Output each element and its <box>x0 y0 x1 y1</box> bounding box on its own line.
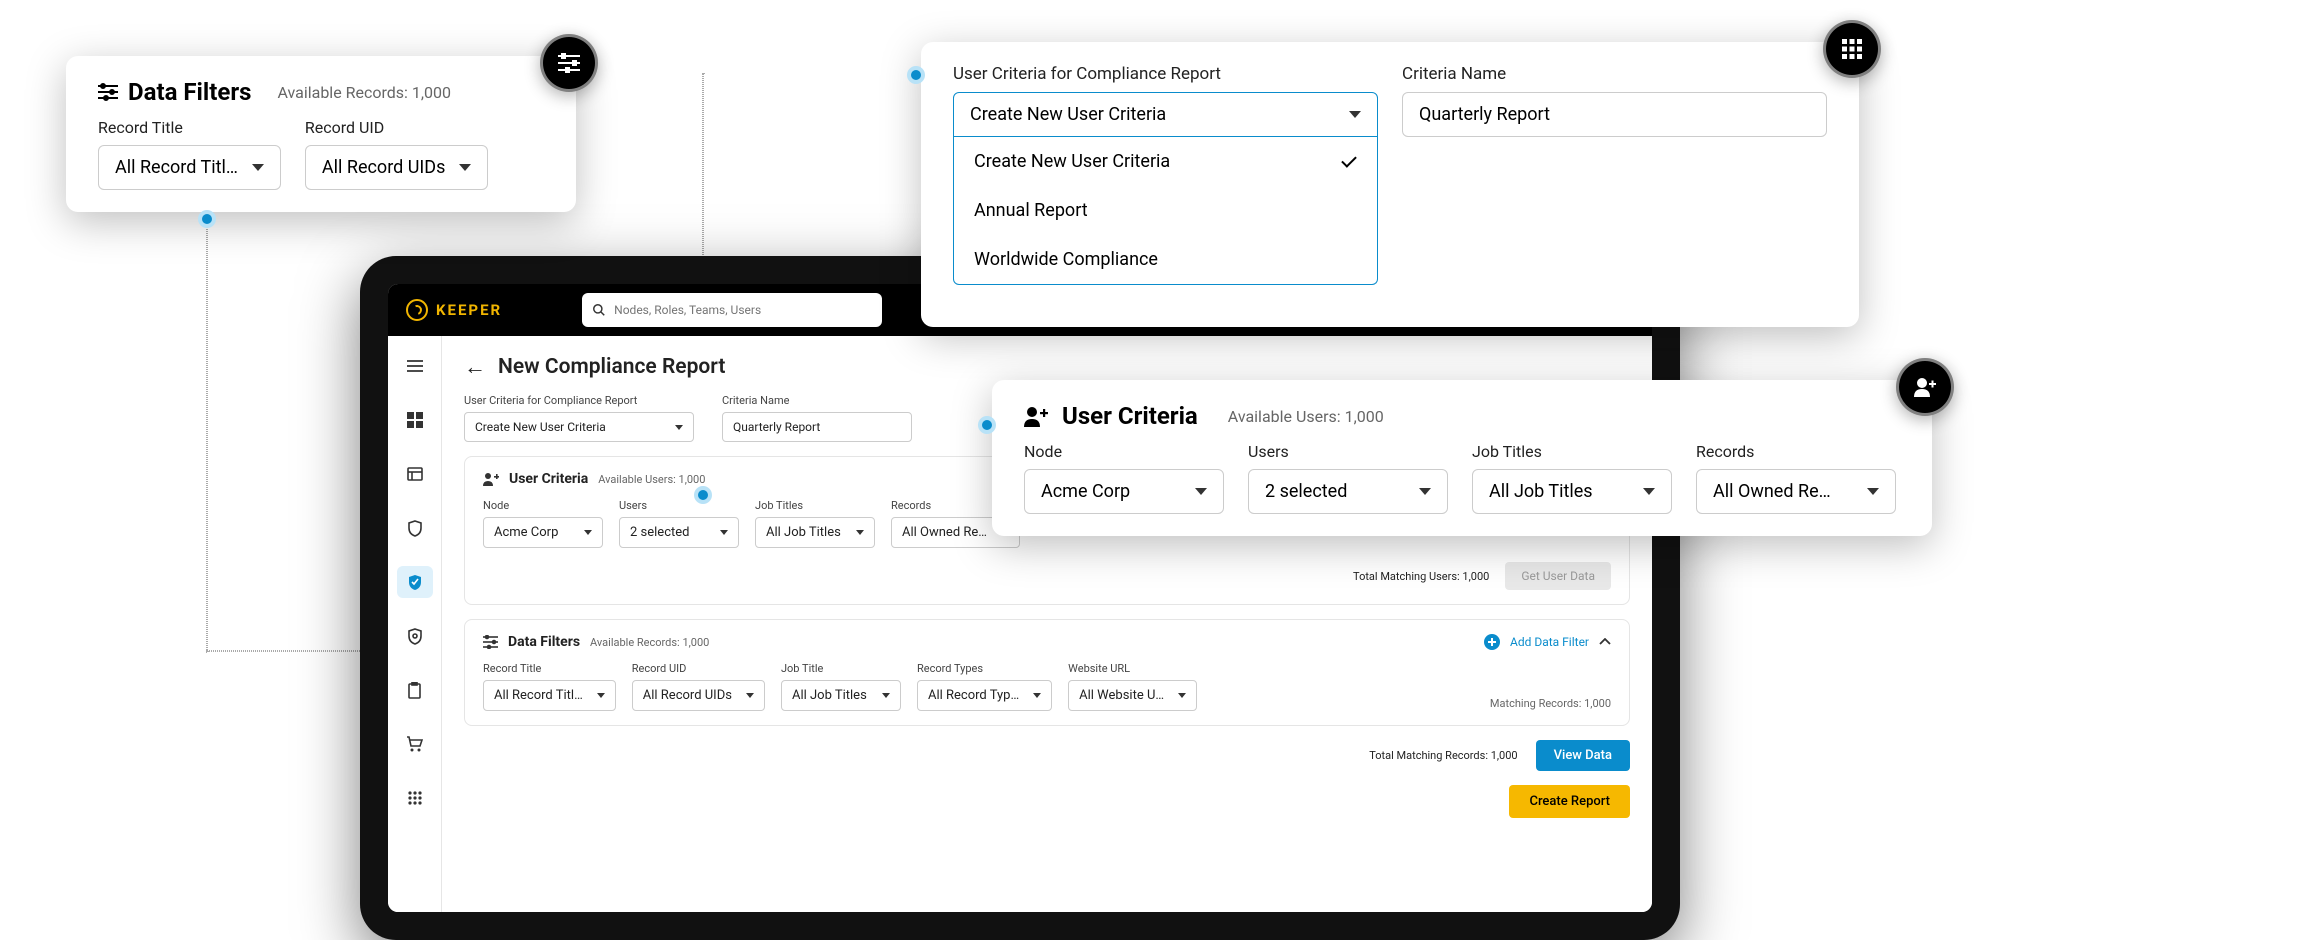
chevron-up-icon[interactable] <box>1599 638 1611 646</box>
node-dropdown[interactable]: Acme Corp <box>483 517 603 548</box>
sidebar-cart-icon[interactable] <box>397 728 433 760</box>
sliders-icon <box>540 34 598 92</box>
sidebar-shield-check-icon[interactable] <box>397 566 433 598</box>
user-panel-sub: Available Users: 1,000 <box>598 473 705 486</box>
logo-icon <box>406 299 428 321</box>
search-input[interactable] <box>582 293 882 327</box>
sidebar-menu-icon[interactable] <box>397 350 433 382</box>
criteria-label: User Criteria for Compliance Report <box>464 394 694 407</box>
sidebar-shield-icon[interactable] <box>397 512 433 544</box>
chevron-down-icon <box>459 164 471 171</box>
callout-subtitle: Available Users: 1,000 <box>1228 407 1384 426</box>
records-dropdown[interactable]: All Owned Re… <box>1696 469 1896 514</box>
users-dropdown[interactable]: 2 selected <box>1248 469 1448 514</box>
callout-title: Data Filters <box>128 78 251 106</box>
total-matching-text: Total Matching Records: 1,000 <box>1369 749 1517 762</box>
sliders-icon <box>98 83 118 101</box>
node-label: Node <box>1024 442 1224 461</box>
criteria-option[interactable]: Worldwide Compliance <box>954 235 1377 284</box>
grid-icon <box>1823 20 1881 78</box>
back-arrow-icon[interactable]: ← <box>464 354 486 380</box>
matching-users-text: Total Matching Users: 1,000 <box>1353 570 1489 583</box>
criteria-dropdown[interactable]: Create New User Criteria <box>953 92 1378 137</box>
job-titles-dropdown[interactable]: All Job Titles <box>755 517 875 548</box>
node-dropdown[interactable]: Acme Corp <box>1024 469 1224 514</box>
record-types-dropdown[interactable]: All Record Typ… <box>917 680 1052 711</box>
criteria-name-label: Criteria Name <box>722 394 912 407</box>
chevron-down-icon <box>252 164 264 171</box>
criteria-option[interactable]: Create New User Criteria <box>954 137 1377 186</box>
callout-data-filters: Data Filters Available Records: 1,000 Re… <box>66 56 576 212</box>
chevron-down-icon <box>675 425 683 430</box>
record-title-dropdown[interactable]: All Record Titl… <box>98 145 281 190</box>
user-icon <box>483 472 499 486</box>
add-data-filter-link[interactable]: Add Data Filter <box>1510 635 1589 649</box>
job-titles-dropdown[interactable]: All Job Titles <box>1472 469 1672 514</box>
sidebar <box>388 336 442 912</box>
record-uid-dropdown[interactable]: All Record UIDs <box>632 680 765 711</box>
search-field[interactable] <box>614 303 872 317</box>
record-uid-dropdown[interactable]: All Record UIDs <box>305 145 489 190</box>
website-url-label: Website URL <box>1068 662 1197 675</box>
logo-text: KEEPER <box>436 301 502 319</box>
sidebar-dashboard-icon[interactable] <box>397 404 433 436</box>
criteria-name-label: Criteria Name <box>1402 64 1827 84</box>
matching-records-text: Matching Records: 1,000 <box>1490 697 1611 710</box>
callout-criteria-dropdown: User Criteria for Compliance Report Crea… <box>921 42 1859 327</box>
website-url-dropdown[interactable]: All Website U… <box>1068 680 1197 711</box>
job-titles-label: Job Titles <box>755 499 875 512</box>
criteria-dropdown[interactable]: Create New User Criteria <box>464 412 694 442</box>
search-icon <box>592 303 606 317</box>
sidebar-window-icon[interactable] <box>397 458 433 490</box>
callout-title: User Criteria <box>1062 402 1198 430</box>
criteria-dropdown-menu: Create New User Criteria Annual Report W… <box>953 137 1378 285</box>
users-dropdown[interactable]: 2 selected <box>619 517 739 548</box>
callout-subtitle: Available Records: 1,000 <box>277 83 451 102</box>
app-logo: KEEPER <box>406 299 502 321</box>
record-uid-label: Record UID <box>305 118 489 137</box>
criteria-name-input[interactable]: Quarterly Report <box>722 412 912 442</box>
user-icon <box>1024 406 1048 427</box>
job-titles-label: Job Titles <box>1472 442 1672 461</box>
data-filters-panel: Data Filters Available Records: 1,000 Ad… <box>464 619 1630 726</box>
record-uid-label: Record UID <box>632 662 765 675</box>
data-panel-title: Data Filters <box>508 634 580 650</box>
check-icon <box>1337 155 1357 169</box>
job-title-label: Job Title <box>781 662 901 675</box>
data-panel-sub: Available Records: 1,000 <box>590 636 709 649</box>
tablet-frame: KEEPER john@acme-demo.com <box>360 256 1680 940</box>
sliders-icon <box>483 635 498 649</box>
job-title-dropdown[interactable]: All Job Titles <box>781 680 901 711</box>
user-icon <box>1896 358 1954 416</box>
plus-circle-icon <box>1484 634 1500 650</box>
sidebar-apps-icon[interactable] <box>397 782 433 814</box>
user-panel-title: User Criteria <box>509 471 588 487</box>
chevron-down-icon <box>1349 111 1361 118</box>
get-user-data-button[interactable]: Get User Data <box>1505 562 1611 590</box>
node-label: Node <box>483 499 603 512</box>
sidebar-clipboard-icon[interactable] <box>397 674 433 706</box>
view-data-button[interactable]: View Data <box>1536 740 1630 771</box>
record-title-label: Record Title <box>98 118 281 137</box>
criteria-option[interactable]: Annual Report <box>954 186 1377 235</box>
criteria-label: User Criteria for Compliance Report <box>953 64 1378 84</box>
create-report-button[interactable]: Create Report <box>1509 785 1630 818</box>
record-title-dropdown[interactable]: All Record Titl… <box>483 680 616 711</box>
sidebar-shield-gear-icon[interactable] <box>397 620 433 652</box>
records-label: Records <box>1696 442 1896 461</box>
page-title: New Compliance Report <box>498 355 725 379</box>
record-title-label: Record Title <box>483 662 616 675</box>
users-label: Users <box>619 499 739 512</box>
record-types-label: Record Types <box>917 662 1052 675</box>
users-label: Users <box>1248 442 1448 461</box>
criteria-name-input[interactable]: Quarterly Report <box>1402 92 1827 137</box>
callout-user-criteria: User Criteria Available Users: 1,000 Nod… <box>992 380 1932 536</box>
